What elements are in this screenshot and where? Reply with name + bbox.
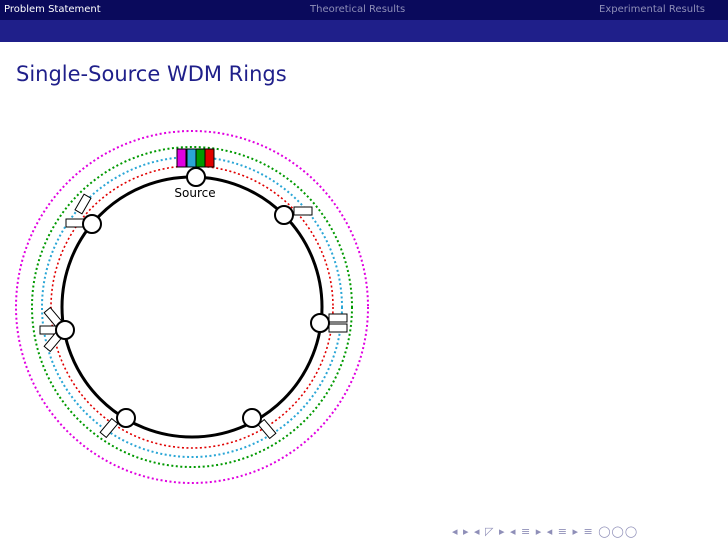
source-transmitter-cyan bbox=[186, 148, 197, 168]
source-transmitter-green bbox=[195, 148, 206, 168]
nav-problem-statement[interactable]: Problem Statement bbox=[4, 4, 101, 15]
source-transmitter-magenta bbox=[176, 148, 187, 168]
source-node bbox=[186, 167, 206, 187]
ring-node bbox=[82, 214, 102, 234]
source-transmitter-red bbox=[204, 148, 215, 168]
subsection-bar bbox=[0, 20, 728, 42]
wdm-ring-diagram: Source bbox=[15, 130, 369, 484]
ring-node bbox=[116, 408, 136, 428]
nav-experimental-results[interactable]: Experimental Results bbox=[599, 4, 705, 15]
source-label: Source bbox=[174, 186, 215, 200]
receiver-box bbox=[293, 206, 313, 216]
ring-node bbox=[274, 205, 294, 225]
receiver-box bbox=[328, 313, 348, 323]
receiver-box bbox=[99, 417, 119, 439]
ring-node bbox=[310, 313, 330, 333]
slide-title: Single-Source WDM Rings bbox=[16, 62, 287, 86]
receiver-box bbox=[65, 218, 85, 228]
receiver-box bbox=[328, 323, 348, 333]
nav-theoretical-results[interactable]: Theoretical Results bbox=[310, 4, 405, 15]
ring-node bbox=[242, 408, 262, 428]
section-navigation-bar: Problem Statement Theoretical Results Ex… bbox=[0, 0, 728, 20]
ring-node bbox=[55, 320, 75, 340]
beamer-navigation-symbols[interactable]: ◂ ▸ ◂ ◸ ▸ ◂ ≡ ▸ ◂ ≡ ▸ ≡ ◯◯◯ bbox=[452, 525, 638, 538]
receiver-box bbox=[74, 193, 92, 215]
